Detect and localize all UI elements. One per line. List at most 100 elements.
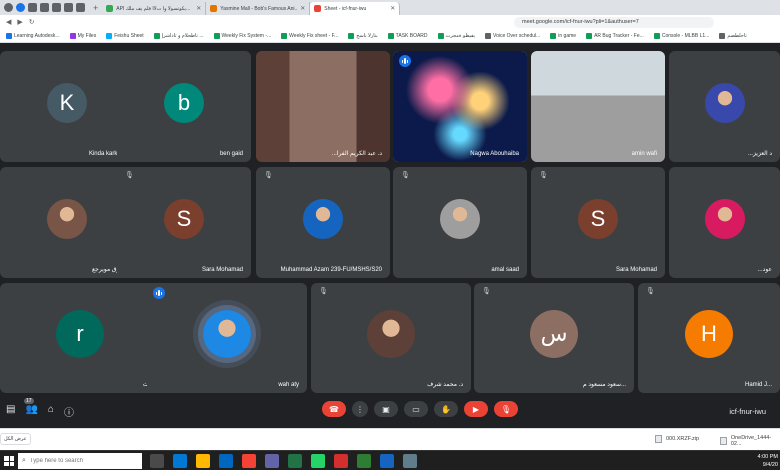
- search-icon: ⌕: [22, 457, 26, 464]
- edge-icon[interactable]: [173, 454, 187, 468]
- participant-video: [393, 51, 527, 162]
- bookmark-item[interactable]: Feishu Sheet: [106, 32, 144, 39]
- close-tab-icon[interactable]: ✕: [300, 5, 305, 12]
- camera-toggle-button[interactable]: ▶: [464, 401, 488, 417]
- participant-photo: [704, 198, 745, 239]
- bookmark-item[interactable]: Learning Autodesk...: [6, 32, 60, 39]
- bookmark-item[interactable]: تاظحلام و تاداشرإ ...: [153, 32, 204, 39]
- close-tab-icon[interactable]: ✕: [390, 5, 395, 12]
- mic-off-icon: 🎙: [319, 288, 328, 295]
- participant-photo: [367, 310, 415, 358]
- present-button[interactable]: ▣: [374, 401, 398, 417]
- bookmark-item[interactable]: in game: [550, 32, 576, 39]
- participant-tile[interactable]: ...عود: [669, 167, 780, 278]
- participant-tile[interactable]: 🎙 د. محمد شرف: [311, 283, 471, 393]
- tab-search-icon[interactable]: [28, 3, 37, 12]
- mic-toggle-button[interactable]: 🎙: [494, 401, 518, 417]
- app-icon[interactable]: [403, 454, 417, 468]
- autocad-icon[interactable]: [334, 454, 348, 468]
- word-icon[interactable]: [380, 454, 394, 468]
- store-icon[interactable]: [219, 454, 233, 468]
- activities-icon[interactable]: ⌂: [48, 404, 54, 419]
- forward-icon[interactable]: ▶: [17, 18, 22, 26]
- participant-name: ...د. عبد الكريم الفرا: [331, 151, 382, 157]
- participant-name: wah aty: [278, 382, 299, 388]
- bookmark-item[interactable]: My Files: [69, 32, 96, 39]
- bookmark-item[interactable]: يفيظو ةمجرت: [437, 32, 475, 39]
- bookmark-favicon-icon: [106, 32, 113, 39]
- participant-tile[interactable]: 🎙 Muhammad Azam 239-FU/MSHS/S20: [256, 167, 390, 278]
- browser-tab[interactable]: Yasmine Mall - Bob's Famous Ani... ✕: [206, 2, 311, 15]
- chat-icon[interactable]: [64, 3, 73, 12]
- bookmark-item[interactable]: بتارلا باسح: [348, 32, 378, 39]
- bookmark-favicon-icon: [437, 32, 444, 39]
- taskbar-search[interactable]: ⌕: [18, 453, 142, 469]
- speaking-indicator-icon: [153, 287, 165, 299]
- more-options-button[interactable]: ⋮: [352, 401, 368, 417]
- participant-tile[interactable]: b ben gaid: [117, 51, 251, 162]
- url-field[interactable]: meet.google.com/icf-fnur-iwu?pli=1&authu…: [514, 16, 714, 28]
- participant-name: Sara Mohamad: [201, 267, 243, 273]
- participant-tile[interactable]: 🎙 amal saad: [393, 167, 527, 278]
- close-tab-icon[interactable]: ✕: [196, 5, 201, 12]
- profile-icon[interactable]: [4, 3, 13, 12]
- mic-off-icon: 🎙: [482, 288, 491, 295]
- bookmark-item[interactable]: تاحلطصم: [719, 32, 747, 39]
- task-view-icon[interactable]: [150, 454, 164, 468]
- file-explorer-icon[interactable]: [196, 454, 210, 468]
- browser-tab[interactable]: API يكوتسولا وأ تﻷا فلم يف ملك... ✕: [102, 2, 207, 15]
- show-all-downloads-button[interactable]: عرض الكل: [0, 433, 31, 445]
- mic-off-icon: 🎙: [264, 172, 273, 179]
- chrome-icon[interactable]: [242, 454, 256, 468]
- bookmark-item[interactable]: TASK BOARD: [387, 32, 428, 39]
- back-icon[interactable]: ◀: [6, 18, 11, 26]
- participant-tile[interactable]: ...د. عبد الكريم الفرا: [256, 51, 390, 162]
- bookmark-icon[interactable]: [40, 3, 49, 12]
- taskbar-apps: [150, 454, 417, 468]
- chat-icon[interactable]: ▤: [6, 404, 15, 419]
- sheets-icon[interactable]: [357, 454, 371, 468]
- system-clock[interactable]: 4:00 PM 9/4/20: [758, 453, 778, 469]
- meeting-controls: ▤ 👥 ⌂ ⓘ 17 ☎ ⋮ ▣ ▭ ✋ ▶ 🎙 icf-fnur-iwu: [0, 396, 780, 428]
- taskbar-search-input[interactable]: [29, 458, 130, 464]
- participant-tile[interactable]: طارق مويرجع: [0, 167, 134, 278]
- browser-tab[interactable]: Sheet - icf-fnur-iwu ✕: [310, 2, 401, 15]
- raise-hand-button[interactable]: ✋: [434, 401, 458, 417]
- reload-icon[interactable]: ↻: [29, 18, 35, 26]
- participant-tile[interactable]: Nagwa Abouhaiba: [393, 51, 527, 162]
- participant-tile[interactable]: ...د العزيز: [669, 51, 780, 162]
- download-item[interactable]: OneDrive_1444-02...: [720, 435, 780, 447]
- participant-avatar: س: [530, 310, 578, 358]
- bookmark-item[interactable]: Voice Over schedul...: [485, 32, 540, 39]
- whatsapp-icon[interactable]: [311, 454, 325, 468]
- new-tab-button[interactable]: +: [89, 3, 102, 13]
- participant-tile[interactable]: H 🎙 Hamid J...: [638, 283, 780, 393]
- participant-tile[interactable]: rأنت: [0, 283, 160, 393]
- teams-icon[interactable]: [265, 454, 279, 468]
- bookmark-item[interactable]: Weekly Fix System -...: [213, 32, 271, 39]
- participant-tile[interactable]: S 🎙 Sara Mohamad: [117, 167, 251, 278]
- leave-call-button[interactable]: ☎: [322, 401, 346, 417]
- excel-icon[interactable]: [288, 454, 302, 468]
- captions-button[interactable]: ▭: [404, 401, 428, 417]
- participant-tile[interactable]: S 🎙 Sara Mohamad: [531, 167, 665, 278]
- participant-photo: [704, 82, 745, 123]
- windows-start-icon[interactable]: [4, 456, 14, 466]
- bookmark-favicon-icon: [653, 32, 660, 39]
- download-item[interactable]: 000.XRZF.zip: [655, 435, 699, 443]
- participant-avatar: S: [164, 198, 204, 239]
- user-badge-icon[interactable]: [16, 3, 25, 12]
- bookmark-item[interactable]: Console - MLBB L1...: [653, 32, 709, 39]
- bookmark-item[interactable]: Weekly Fix sheet - F...: [281, 32, 338, 39]
- participant-tile[interactable]: K Kinda karkora: [0, 51, 134, 162]
- bookmark-item[interactable]: AR Bug Tracker - Fe...: [586, 32, 644, 39]
- bookmark-favicon-icon: [153, 32, 160, 39]
- participant-tile[interactable]: amin wafi: [531, 51, 665, 162]
- people-icon[interactable]: 👥: [25, 404, 37, 419]
- info-icon[interactable]: ⓘ: [64, 404, 74, 419]
- extensions-icon[interactable]: [52, 3, 61, 12]
- participant-tile[interactable]: س 🎙 سعود مسعود م...: [474, 283, 634, 393]
- mic-off-icon: 🎙: [646, 288, 655, 295]
- menu-icon[interactable]: [76, 3, 85, 12]
- participant-tile[interactable]: wah aty: [147, 283, 307, 393]
